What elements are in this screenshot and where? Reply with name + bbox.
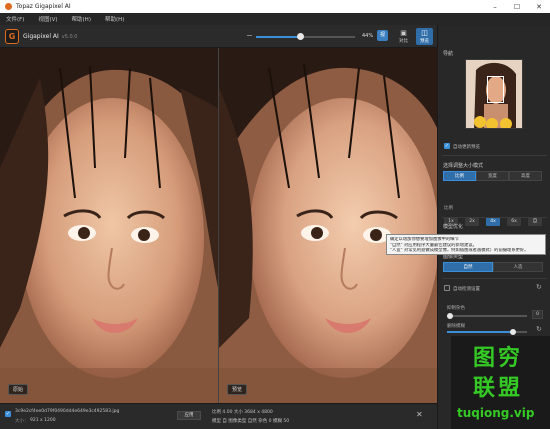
size-value: 921 x 1200	[30, 418, 56, 423]
divider	[442, 217, 547, 218]
mode-info: 模型 自 图像类型 自然 杂色 0 模糊 50	[212, 419, 290, 424]
status-bar: ✓ 3c9e2cf4ee0d79f0490dd4e649e3c492583.jp…	[0, 403, 437, 429]
model-title: 模型优化	[443, 224, 464, 230]
mode-width-tab[interactable]: 宽度	[476, 171, 509, 181]
preview-photo	[219, 48, 437, 403]
blur-slider-fill	[447, 331, 513, 333]
noise-label: 抑制杂色	[447, 306, 465, 311]
watermark: 图穷 联盟 tuqiong.vip	[451, 336, 550, 429]
scale-custom-button[interactable]: 自	[528, 217, 542, 226]
zoom-slider-fill	[256, 36, 300, 38]
mode-height-tab[interactable]: 高度	[509, 171, 542, 181]
noise-slider[interactable]	[447, 313, 527, 319]
refresh-icon[interactable]: ↻	[536, 283, 542, 291]
split-view-button[interactable]: ▣ 对比	[395, 28, 412, 45]
zoom-out-icon[interactable]: −	[246, 31, 253, 40]
title-bar: Topaz Gigapixel AI – ☐ ✕	[0, 0, 550, 13]
auto-update-label: 自动更新预览	[453, 145, 480, 150]
toolbar: G Gigapixel AI v5.0.0 − 44% 视 ▣ 对比 ◫ 预览	[0, 25, 437, 48]
brand-name: Gigapixel AI	[23, 33, 59, 40]
maximize-icon[interactable]: ☐	[506, 3, 528, 11]
navigator-thumbnail[interactable]	[465, 59, 523, 129]
auto-settings-checkbox[interactable]	[444, 285, 450, 291]
menu-file[interactable]: 文件(F)	[6, 15, 24, 23]
preview-label: 预览	[420, 39, 429, 44]
close-window-icon[interactable]: ✕	[528, 3, 550, 11]
original-pane[interactable]: 原始	[0, 48, 218, 403]
preview-icon: ◫	[421, 29, 428, 37]
zoom-percent: 44%	[362, 33, 374, 39]
app-icon	[5, 3, 12, 10]
watermark-url: tuqiong.vip	[457, 406, 535, 420]
size-label: 大小：	[15, 419, 29, 424]
split-view-icon: ▣	[400, 29, 407, 37]
menu-bar: 文件(F) 视图(V) 帮助(H) 帮助(H)	[0, 13, 550, 25]
type-natural-tab[interactable]: 自然	[443, 262, 493, 272]
scale-4x-button[interactable]: 4x	[486, 217, 500, 226]
gigapixel-logo-icon: G	[5, 29, 19, 44]
menu-view[interactable]: 视图(V)	[38, 15, 57, 23]
preview-pane[interactable]: 预览	[219, 48, 437, 403]
divider	[442, 155, 547, 156]
menu-help-2[interactable]: 帮助(H)	[105, 15, 124, 23]
original-photo	[0, 48, 218, 403]
scale-sub-label: 比例	[444, 206, 453, 211]
window-title: Topaz Gigapixel AI	[16, 3, 71, 10]
file-select-checkbox[interactable]: ✓	[5, 411, 11, 417]
watermark-line2: 联盟	[473, 376, 524, 401]
scale-2x-button[interactable]: 2x	[465, 217, 479, 226]
preview-button[interactable]: ◫ 预览	[416, 28, 433, 45]
split-view-label: 对比	[399, 39, 408, 44]
noise-slider-handle[interactable]	[447, 313, 454, 319]
blur-reset-icon[interactable]: ↻	[536, 325, 542, 333]
navigator-title: 导航	[443, 51, 454, 57]
apply-button[interactable]: 应用	[177, 411, 201, 420]
blur-label: 删除模糊	[447, 324, 465, 329]
original-tag: 原始	[8, 384, 29, 395]
brand: Gigapixel AI v5.0.0	[23, 33, 77, 40]
noise-value-box[interactable]: 0	[532, 310, 543, 319]
zoom-slider-handle[interactable]	[296, 33, 304, 40]
zoom-slider[interactable]	[256, 33, 355, 40]
scale-mode-title: 选择调整大小模式	[443, 163, 484, 169]
watermark-line1: 图穷	[473, 346, 524, 371]
model-tooltip: 确定以增加你想要增加图像中的细节 "自然" 对应用程序大量最佳建议的新增建议。 …	[386, 234, 546, 255]
scale-info: 比例 4.00 大小 3684 x 4800	[212, 410, 273, 415]
auto-update-checkbox[interactable]: ✓	[444, 143, 450, 149]
navigator-view-rect[interactable]	[487, 76, 504, 103]
remove-file-icon[interactable]: ✕	[416, 410, 423, 419]
scale-6x-button[interactable]: 6x	[507, 217, 521, 226]
divider	[442, 278, 547, 279]
blur-slider[interactable]	[447, 329, 527, 335]
file-name: 3c9e2cf4ee0d79f0490dd4e649e3c492583.jpg	[15, 409, 120, 414]
version-label: v5.0.0	[61, 34, 78, 40]
auto-settings-label: 自动检测设置	[453, 287, 480, 292]
preview-tag: 预览	[227, 384, 248, 395]
tooltip-line: "人造" 对常见利益做成模型像，例如插图或者画模式）的前摄理系更好。	[390, 248, 529, 254]
minimize-icon[interactable]: –	[484, 3, 506, 11]
image-viewer[interactable]: 原始 预览	[0, 48, 437, 403]
type-artificial-tab[interactable]: 人造	[493, 262, 543, 272]
menu-help[interactable]: 帮助(H)	[72, 15, 91, 23]
mode-scale-tab[interactable]: 比例	[443, 171, 476, 181]
zoom-fit-button[interactable]: 视	[377, 30, 388, 41]
blur-slider-handle[interactable]	[509, 329, 516, 335]
